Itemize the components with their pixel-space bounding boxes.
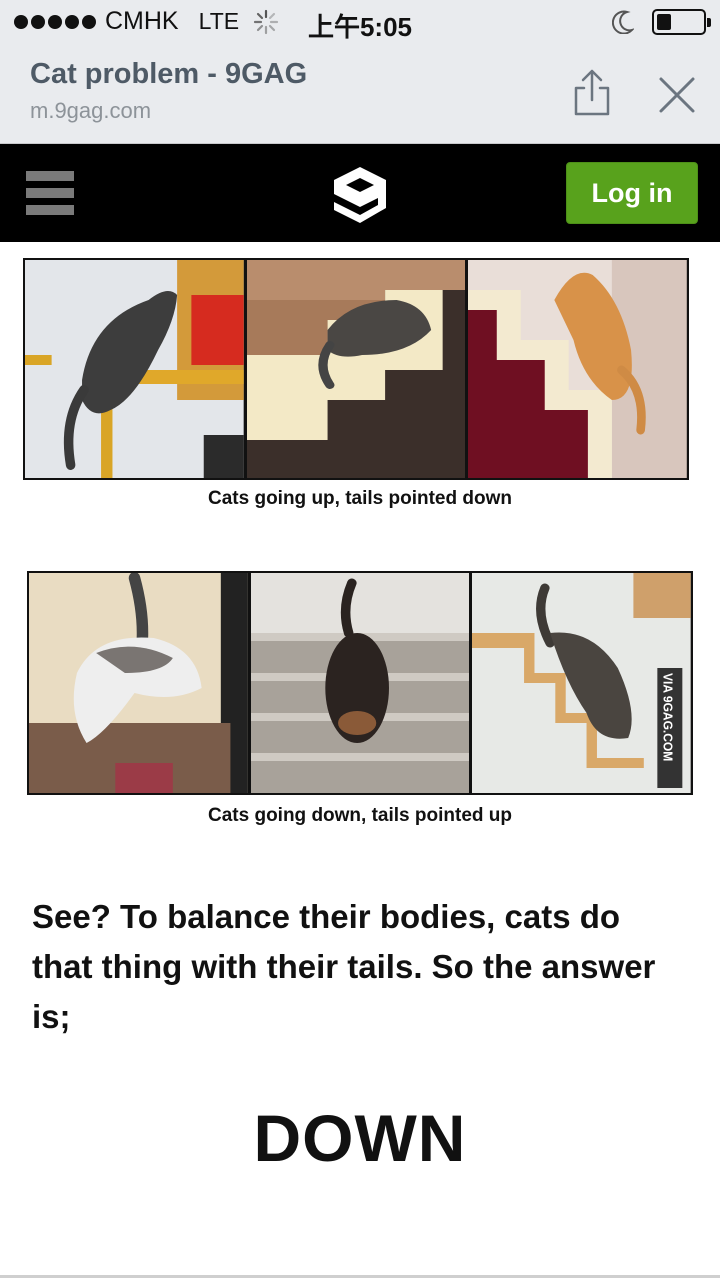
photo-black-cat-on-stairs	[250, 573, 470, 793]
status-bar: CMHK LTE 上午5:05	[0, 0, 720, 46]
photo-cat-climbing-carpet-steps	[246, 260, 466, 478]
login-button[interactable]: Log in	[566, 162, 698, 224]
browser-title-bar: Cat problem - 9GAG m.9gag.com	[0, 46, 720, 144]
site-header: Log in	[0, 144, 720, 242]
page-title: Cat problem - 9GAG	[30, 58, 308, 90]
caption-going-up: Cats going up, tails pointed down	[208, 488, 512, 509]
caption-going-down: Cats going down, tails pointed up	[208, 805, 512, 826]
photo-orange-cat-on-steps	[468, 260, 688, 478]
photo-cat-climbing-shelves	[25, 260, 244, 478]
photo-row-going-down: VIA 9GAG.COM	[27, 571, 693, 795]
hamburger-menu-icon[interactable]	[26, 171, 74, 215]
photo-row-going-up	[23, 258, 689, 480]
moon-icon	[612, 10, 634, 34]
post-content: Cats going up, tails pointed down VIA 9G…	[0, 242, 720, 1278]
status-right	[612, 9, 711, 35]
9gag-logo-icon[interactable]	[333, 166, 387, 224]
close-icon[interactable]	[656, 74, 698, 116]
share-icon[interactable]	[568, 68, 616, 118]
page-url: m.9gag.com	[30, 98, 152, 123]
post-answer: DOWN	[253, 1101, 467, 1175]
battery-icon	[652, 9, 711, 35]
cut-off-text	[245, 242, 445, 244]
watermark-text: VIA 9GAG.COM	[661, 673, 675, 761]
photo-white-cat-descending	[29, 573, 248, 793]
post-body-text: See? To balance their bodies, cats do th…	[32, 898, 656, 1035]
photo-tabby-cat-on-shelves: VIA 9GAG.COM	[472, 573, 692, 793]
